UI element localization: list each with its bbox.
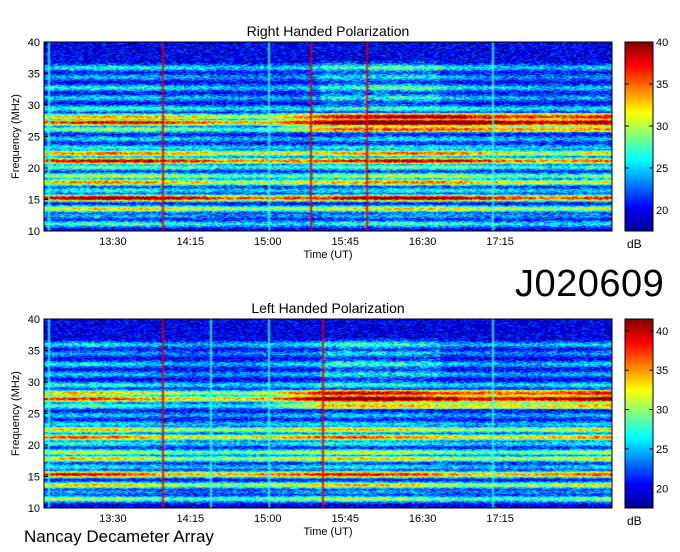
- chart-title: Left Handed Polarization: [251, 300, 404, 316]
- colorbar-tick-label: 35: [656, 79, 668, 91]
- colorbar-tick-label: 35: [656, 365, 668, 377]
- y-axis-label: Frequency (MHz): [10, 371, 22, 456]
- y-tick-label: 35: [28, 346, 40, 358]
- x-axis-label: Time (UT): [303, 249, 352, 261]
- colorbar-tick-label: 40: [656, 37, 668, 49]
- x-tick-label: 14:15: [177, 236, 205, 248]
- colorbar-tick-label: 25: [656, 444, 668, 456]
- x-tick-label: 16:30: [409, 513, 437, 525]
- spectrogram-svg: Left Handed Polarization 10 15 20 25 30 35 40 13…: [10, 300, 668, 538]
- colorbar-tick-label: 30: [656, 405, 668, 417]
- x-tick-label: 15:00: [254, 513, 282, 525]
- y-tick-label: 40: [28, 37, 40, 49]
- chart-title: Right Handed Polarization: [247, 23, 410, 39]
- colorbar-tick-label: 40: [656, 326, 668, 338]
- left-polarization-panel: Left Handed Polarization 10 15 20 25 30 35 40 13…: [0, 277, 680, 547]
- y-tick-label: 15: [28, 472, 40, 484]
- x-tick-label: 17:15: [486, 513, 514, 525]
- x-tick-label: 15:45: [331, 513, 359, 525]
- observation-code: J020609: [515, 263, 665, 305]
- y-tick-label: 35: [28, 69, 40, 81]
- colorbar-tick-label: 25: [656, 163, 668, 175]
- colorbar: [624, 41, 654, 232]
- colorbar: [624, 318, 654, 509]
- y-tick-label: 25: [28, 409, 40, 421]
- x-axis-label: Time (UT): [303, 526, 352, 538]
- colorbar-tick-label: 20: [656, 205, 668, 217]
- x-tick-label: 13:30: [99, 513, 127, 525]
- colorbar-unit: dB: [627, 514, 642, 528]
- x-tick-label: 14:15: [177, 513, 205, 525]
- right-polarization-panel: Right Handed Polarization 10 15 20 25 30 35 40 1…: [0, 0, 680, 270]
- spectrogram-image: [44, 42, 612, 231]
- y-tick-label: 30: [28, 377, 40, 389]
- spectrogram-image: [44, 319, 612, 508]
- y-tick-label: 30: [28, 100, 40, 112]
- y-tick-label: 20: [28, 163, 40, 175]
- x-tick-label: 17:15: [486, 236, 514, 248]
- x-tick-label: 15:00: [254, 236, 282, 248]
- x-tick-label: 15:45: [331, 236, 359, 248]
- colorbar-tick-label: 30: [656, 121, 668, 133]
- y-tick-label: 10: [28, 226, 40, 238]
- y-tick-label: 10: [28, 503, 40, 515]
- spectrogram-svg: Right Handed Polarization 10 15 20 25 30 35 40 1…: [10, 23, 668, 261]
- y-tick-label: 40: [28, 314, 40, 326]
- y-tick-label: 20: [28, 440, 40, 452]
- x-tick-label: 16:30: [409, 236, 437, 248]
- x-tick-label: 13:30: [99, 236, 127, 248]
- y-tick-label: 25: [28, 132, 40, 144]
- instrument-label: Nancay Decameter Array: [24, 527, 214, 546]
- colorbar-unit: dB: [627, 237, 642, 251]
- colorbar-tick-label: 20: [656, 483, 668, 495]
- y-tick-label: 15: [28, 195, 40, 207]
- y-axis-label: Frequency (MHz): [10, 94, 22, 179]
